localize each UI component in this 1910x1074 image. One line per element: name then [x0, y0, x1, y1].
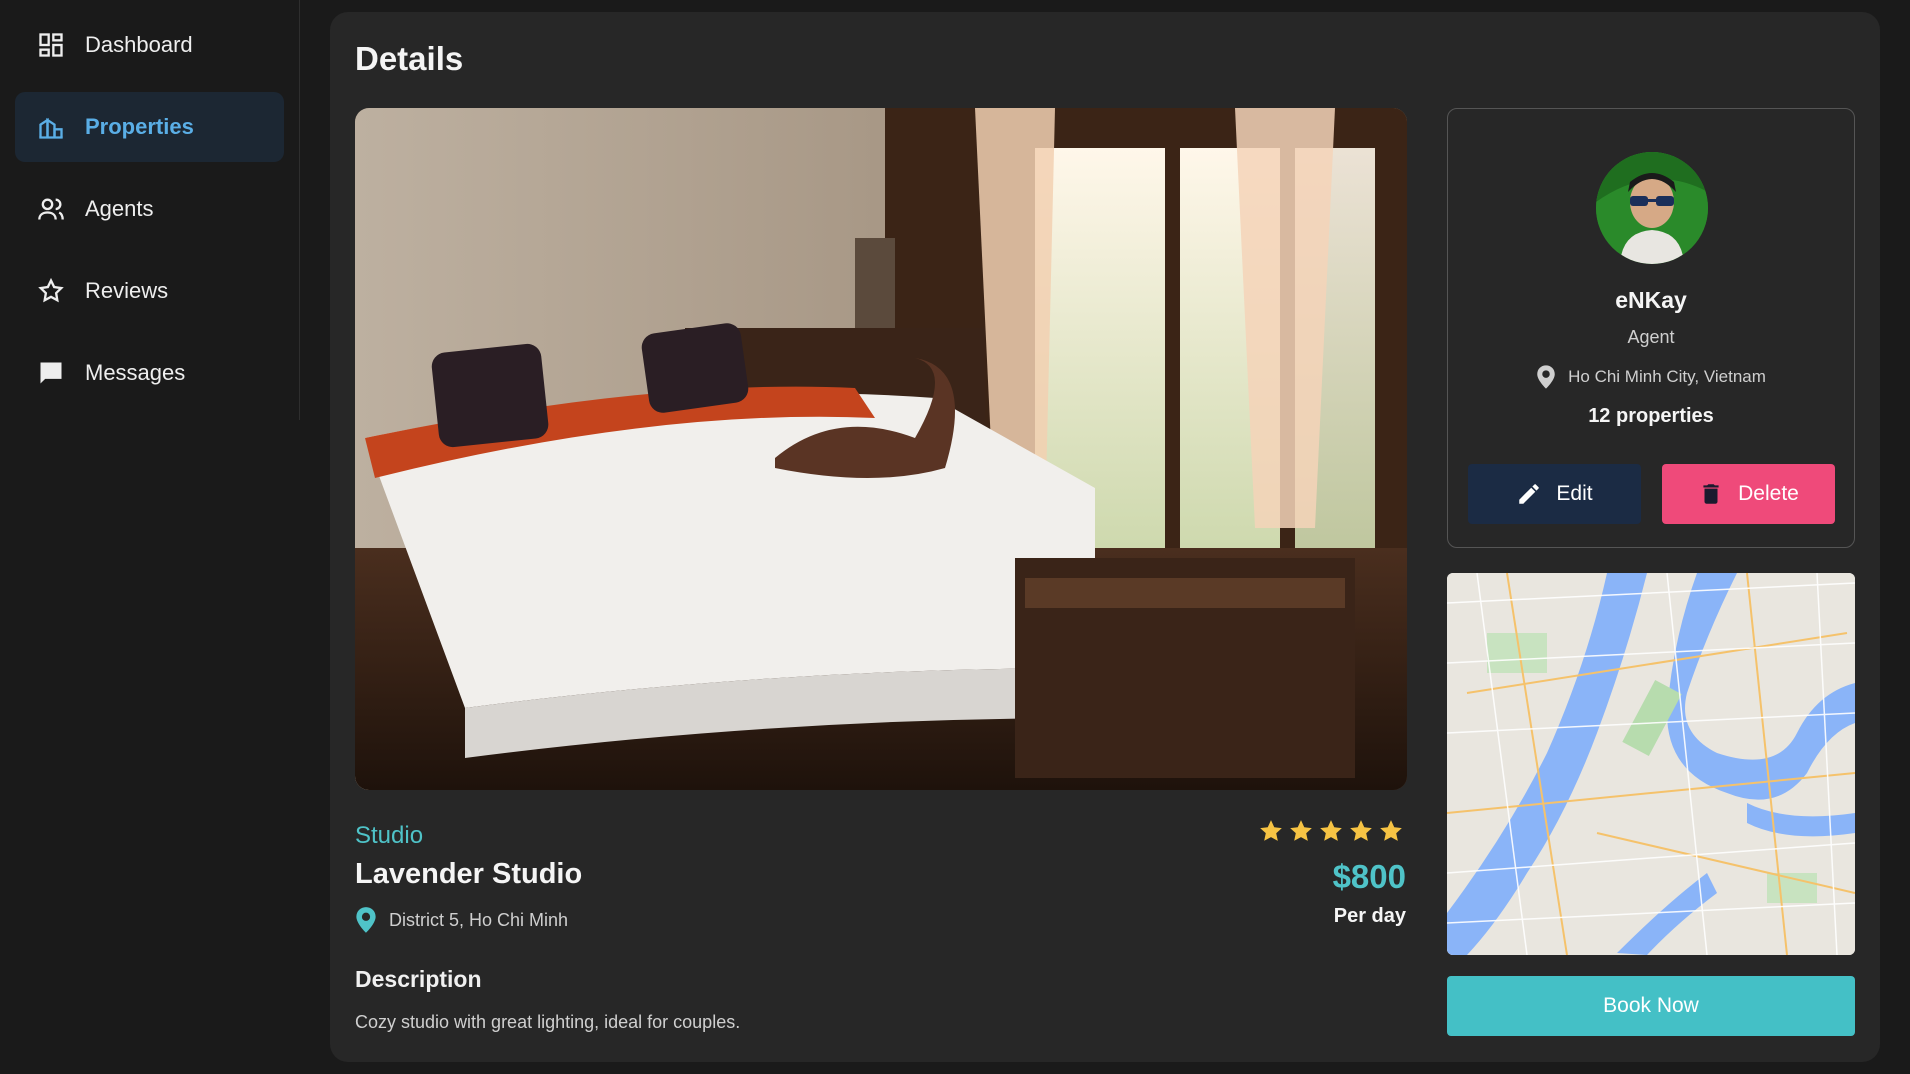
- description-title: Description: [355, 966, 482, 992]
- page-title: Details: [355, 40, 464, 77]
- delete-button-label: Delete: [1738, 482, 1799, 505]
- location-map[interactable]: [1447, 573, 1855, 955]
- agent-location-text: Ho Chi Minh City, Vietnam: [1568, 367, 1766, 386]
- message-icon: [37, 359, 65, 387]
- sidebar-item-dashboard[interactable]: Dashboard: [15, 10, 284, 80]
- location-pin-icon: [1537, 365, 1555, 389]
- agents-icon: [37, 195, 65, 223]
- agent-location: Ho Chi Minh City, Vietnam: [1448, 365, 1854, 389]
- sidebar-item-label: Properties: [85, 114, 194, 139]
- trash-icon: [1703, 484, 1719, 504]
- star-outline-icon: [37, 277, 65, 305]
- edit-button[interactable]: Edit: [1468, 464, 1641, 524]
- star-icon: [1350, 820, 1372, 841]
- property-price: $800: [1332, 858, 1406, 895]
- sidebar-item-label: Dashboard: [85, 32, 193, 57]
- delete-button[interactable]: Delete: [1662, 464, 1835, 524]
- sidebar-item-messages[interactable]: Messages: [15, 338, 284, 408]
- sidebar-item-agents[interactable]: Agents: [15, 174, 284, 244]
- price-unit: Per day: [1333, 905, 1406, 927]
- star-icon: [1380, 820, 1402, 841]
- sidebar-item-properties[interactable]: Properties: [15, 92, 284, 162]
- description-text: Cozy studio with great lighting, ideal f…: [355, 1012, 741, 1032]
- sidebar-item-label: Reviews: [85, 278, 169, 303]
- rating-stars: [1258, 818, 1404, 844]
- sidebar-item-reviews[interactable]: Reviews: [15, 256, 284, 326]
- sidebar-item-label: Agents: [85, 196, 154, 221]
- location-pin-icon: [356, 907, 376, 933]
- pencil-icon: [1519, 484, 1540, 504]
- sidebar: Dashboard Properties Agents Reviews Mess…: [0, 0, 300, 420]
- agent-role: Agent: [1627, 327, 1675, 347]
- star-icon: [1260, 820, 1282, 841]
- avatar: [1596, 152, 1708, 264]
- agent-name: eNKay: [1615, 287, 1687, 313]
- property-name: Lavender Studio: [355, 858, 583, 890]
- property-location-text: District 5, Ho Chi Minh: [389, 909, 569, 930]
- star-icon: [1320, 820, 1342, 841]
- dashboard-icon: [37, 31, 65, 59]
- property-type: Studio: [355, 822, 424, 849]
- edit-button-label: Edit: [1556, 482, 1593, 505]
- book-now-button[interactable]: Book Now: [1447, 976, 1855, 1036]
- star-icon: [1290, 820, 1312, 841]
- sidebar-item-label: Messages: [85, 360, 186, 385]
- details-panel: Details Studio Lavender Studio District …: [330, 12, 1880, 1062]
- agent-property-count: 12 properties: [1588, 405, 1714, 427]
- property-location: District 5, Ho Chi Minh: [355, 906, 568, 934]
- agent-card: eNKay Agent Ho Chi Minh City, Vietnam 12…: [1447, 108, 1855, 548]
- properties-icon: [37, 113, 65, 141]
- property-photo: [355, 108, 1407, 790]
